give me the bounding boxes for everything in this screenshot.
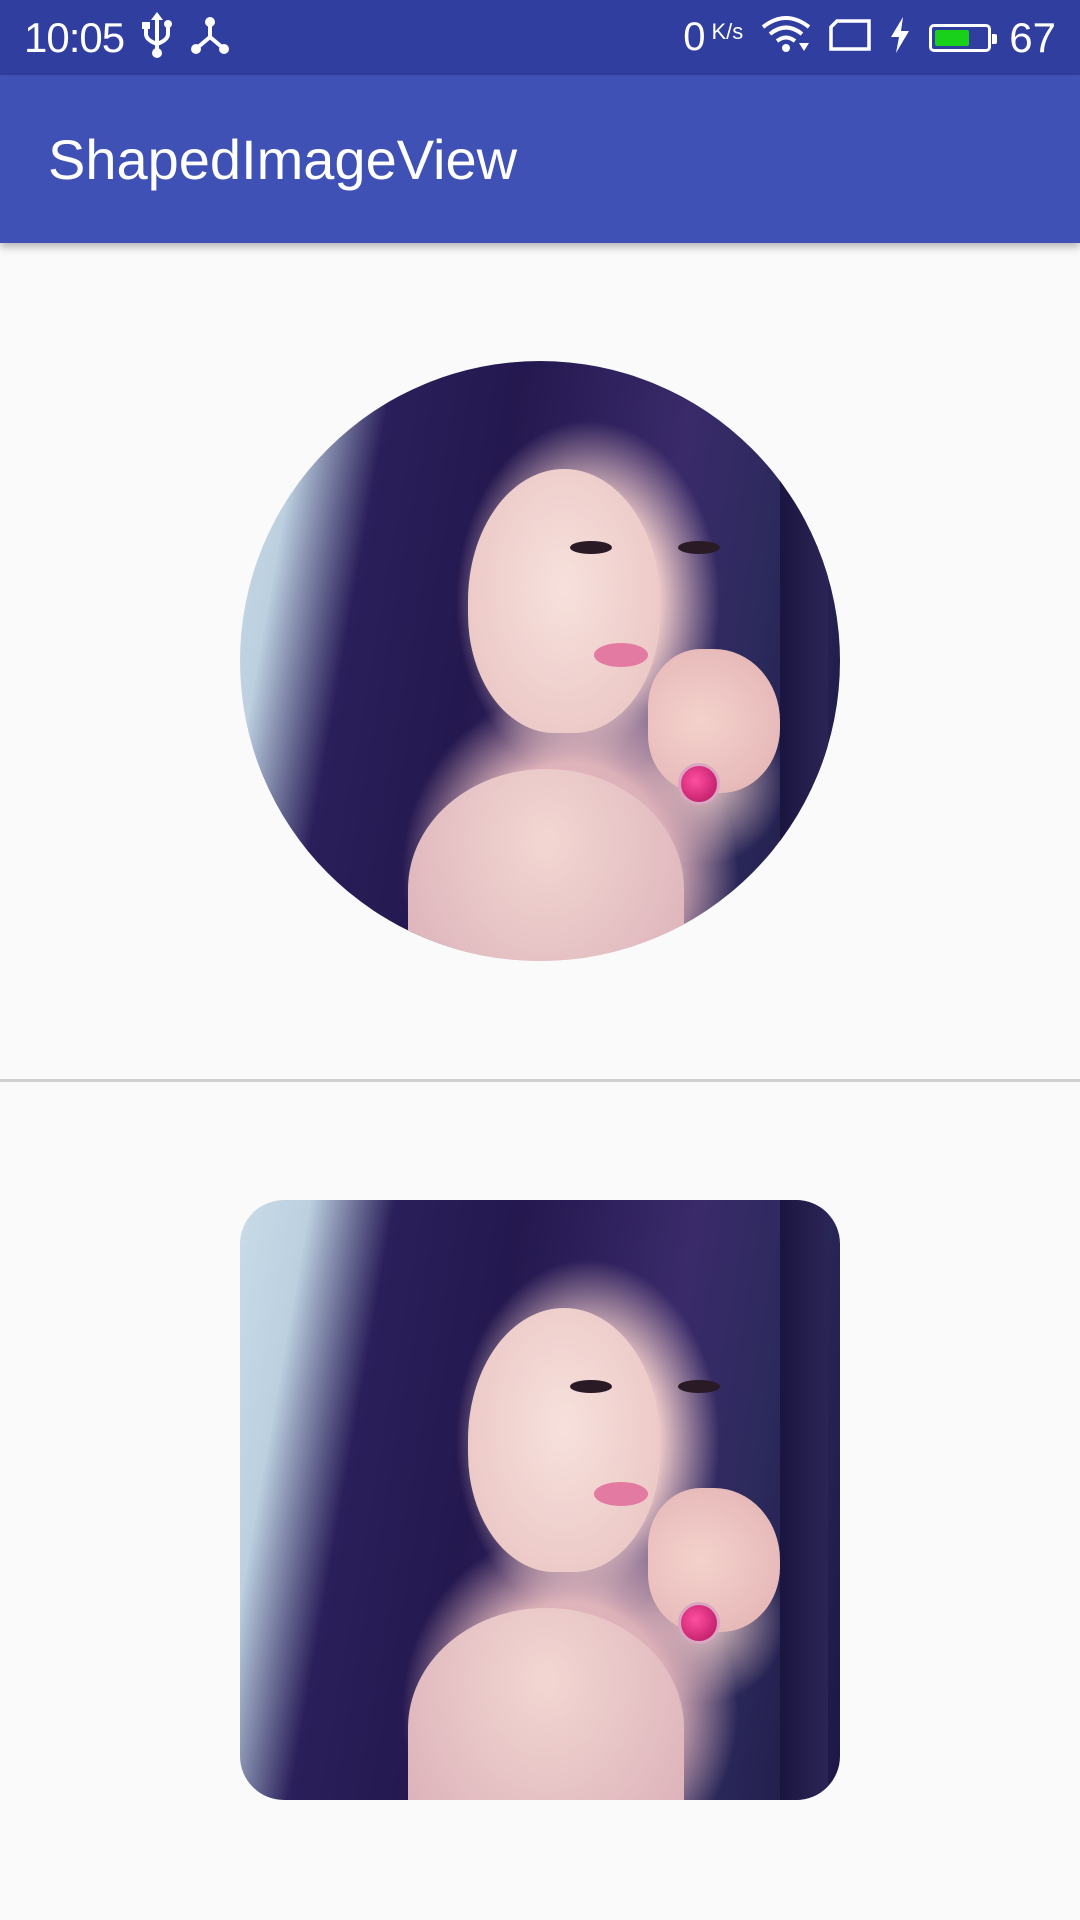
network-speed: 0 K/s [683,15,743,60]
battery-fill [935,29,969,46]
divider [0,1079,1080,1082]
network-speed-unit: K/s [711,19,744,44]
wifi-icon [761,15,811,60]
share-icon [190,15,230,60]
rounded-rect-image[interactable] [240,1200,840,1800]
usb-icon [142,12,173,63]
circular-image[interactable] [240,361,840,961]
app-title: ShapedImageView [48,127,518,191]
status-time: 10:05 [24,13,125,61]
battery-icon [929,23,998,52]
charging-icon [889,17,911,58]
screen-rotate-icon [829,19,872,56]
network-speed-value: 0 [683,15,706,59]
app-bar: ShapedImageView [0,75,1080,243]
battery-percent: 67 [1009,13,1056,61]
status-bar: 10:05 0 K/s 67 [0,0,1080,75]
